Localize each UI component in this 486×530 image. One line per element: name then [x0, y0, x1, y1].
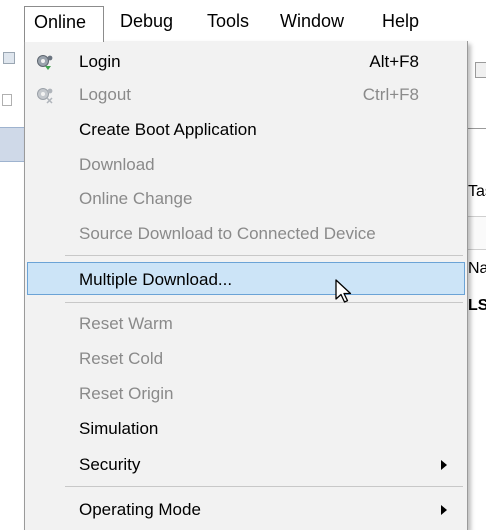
- menu-item-reset-origin[interactable]: Reset Origin: [27, 377, 465, 410]
- menu-item-reset-warm[interactable]: Reset Warm: [27, 307, 465, 340]
- menu-item-label: Reset Origin: [79, 384, 174, 403]
- menu-separator: [65, 302, 463, 303]
- online-dropdown-menu: Login Alt+F8 Logout Ctrl+F8 Create Boot …: [24, 41, 468, 530]
- menu-item-label: Security: [79, 455, 141, 474]
- menu-item-label: Reset Warm: [79, 314, 173, 333]
- menu-item-reset-cold[interactable]: Reset Cold: [27, 342, 465, 375]
- login-gear-icon: [37, 55, 53, 70]
- menu-item-create-boot-application[interactable]: Create Boot Application: [27, 113, 465, 146]
- menu-item-label: Download: [79, 155, 155, 174]
- shortcut-label: Alt+F8: [369, 52, 419, 71]
- menu-debug[interactable]: Debug: [120, 6, 173, 36]
- divider: [467, 128, 486, 129]
- column-fragment-label: Na: [468, 260, 486, 277]
- panel-fragment: [467, 216, 486, 250]
- menu-item-label: Source Download to Connected Device: [79, 224, 376, 243]
- menu-item-label: Logout: [79, 85, 131, 104]
- menu-item-label: Create Boot Application: [79, 120, 257, 139]
- menu-item-online-change[interactable]: Online Change: [27, 182, 465, 215]
- menu-item-label: Online Change: [79, 189, 193, 208]
- menu-help[interactable]: Help: [382, 6, 419, 36]
- menu-window[interactable]: Window: [280, 6, 344, 36]
- mouse-pointer-icon: [335, 279, 352, 303]
- toolbar-icon: [475, 62, 486, 78]
- logout-gear-icon: [37, 88, 53, 104]
- toolbar-icon: [3, 52, 15, 64]
- tab-fragment-label: Tas: [468, 183, 486, 200]
- menu-online[interactable]: Online: [24, 6, 104, 42]
- menu-item-simulation[interactable]: Simulation: [27, 412, 465, 445]
- row-fragment-label: LS: [468, 297, 486, 314]
- menu-item-login[interactable]: Login Alt+F8: [27, 45, 465, 78]
- menu-item-source-download[interactable]: Source Download to Connected Device: [27, 217, 465, 250]
- toolbar-icon: [2, 94, 12, 106]
- menu-item-multiple-download[interactable]: Multiple Download...: [27, 262, 465, 295]
- background-toolbar-fragment: [0, 50, 18, 106]
- menu-item-security[interactable]: Security: [27, 448, 465, 481]
- menu-item-download[interactable]: Download: [27, 148, 465, 181]
- menu-tools[interactable]: Tools: [207, 6, 249, 36]
- menu-item-operating-mode[interactable]: Operating Mode: [27, 493, 465, 526]
- submenu-arrow-icon: [441, 505, 447, 515]
- menu-separator: [65, 255, 463, 256]
- menu-item-label: Reset Cold: [79, 349, 164, 368]
- menu-item-label: Operating Mode: [79, 500, 201, 519]
- submenu-arrow-icon: [441, 460, 447, 470]
- menu-separator: [65, 486, 463, 487]
- menu-item-label: Simulation: [79, 419, 159, 438]
- background-right-fragment: Tas Na LS: [467, 50, 486, 530]
- menu-item-logout[interactable]: Logout Ctrl+F8: [27, 78, 465, 111]
- menu-item-label: Multiple Download...: [79, 270, 233, 289]
- menu-bar: Online Debug Tools Window Help: [0, 0, 486, 42]
- shortcut-label: Ctrl+F8: [362, 85, 419, 104]
- menu-item-label: Login: [79, 52, 121, 71]
